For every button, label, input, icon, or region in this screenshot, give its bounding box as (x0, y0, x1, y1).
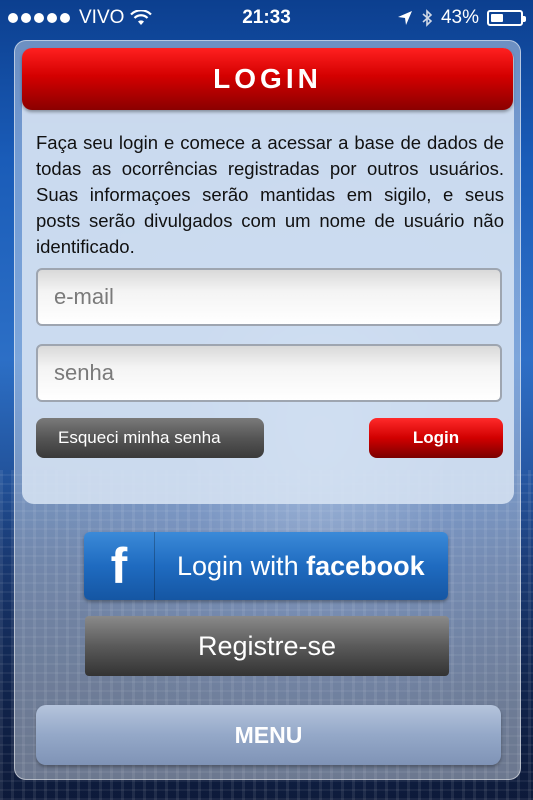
battery-percent: 43% (440, 7, 479, 28)
page-title: LOGIN (22, 48, 513, 110)
password-field[interactable] (36, 344, 502, 402)
forgot-password-button[interactable]: Esqueci minha senha (36, 418, 264, 458)
location-arrow-icon (397, 11, 412, 25)
menu-button[interactable]: MENU (36, 705, 501, 765)
facebook-icon: f (84, 532, 155, 600)
battery-icon (487, 10, 526, 26)
facebook-brand: facebook (306, 550, 425, 581)
intro-text: Faça seu login e comece a acessar a base… (36, 132, 504, 257)
facebook-login-label: Login with facebook (155, 551, 425, 582)
login-button[interactable]: Login (369, 418, 503, 458)
bluetooth-icon (422, 9, 433, 27)
register-button[interactable]: Registre-se (85, 616, 449, 676)
facebook-login-prefix: Login with (177, 550, 307, 581)
email-field[interactable] (36, 268, 502, 326)
status-bar: VIVO 21:33 43% (0, 0, 533, 36)
facebook-login-button[interactable]: f Login with facebook (84, 532, 448, 600)
